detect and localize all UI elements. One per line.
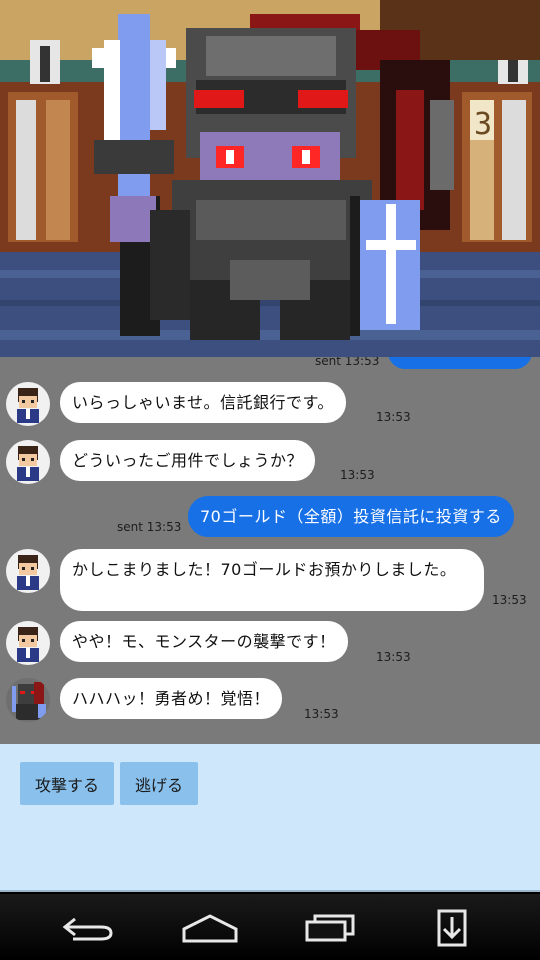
avatar-dark-knight xyxy=(6,678,50,722)
home-icon[interactable] xyxy=(180,908,240,948)
message-time: sent 13:53 xyxy=(315,357,380,368)
message-time: 13:53 xyxy=(304,707,339,721)
message-bubble: どういったご用件でしょうか？ xyxy=(60,440,316,481)
message-bubble: やや！モ、モンスターの襲撃です！ xyxy=(60,621,348,662)
chat-log[interactable]: sent 13:53 いらっしゃいませ。信託銀行です。 13:53 どういったご… xyxy=(0,357,540,744)
flee-button[interactable]: 逃げる xyxy=(120,762,198,805)
message-time: 13:53 xyxy=(376,650,411,664)
svg-text:3: 3 xyxy=(474,107,492,142)
action-panel: 攻撃する 逃げる xyxy=(0,744,540,892)
message-time: 13:53 xyxy=(492,593,527,607)
dark-knight-monster-image: 3 xyxy=(0,0,540,357)
battle-scene: 3 xyxy=(0,0,540,357)
avatar-bank-clerk xyxy=(6,440,50,484)
dark-knight-avatar-image xyxy=(12,682,46,720)
message-time: 13:53 xyxy=(340,468,375,482)
message-time: 13:53 xyxy=(376,410,411,424)
bank-clerk-avatar-image xyxy=(17,388,39,423)
avatar-bank-clerk xyxy=(6,621,50,665)
message-bubble: ハハハッ！勇者め！覚悟！ xyxy=(60,678,283,719)
avatar-bank-clerk xyxy=(6,549,50,593)
message-bubble: かしこまりました！70ゴールドお預かりしました。 xyxy=(60,549,484,611)
avatar-bank-clerk xyxy=(6,382,50,426)
back-icon[interactable] xyxy=(58,908,118,948)
bank-clerk-avatar-image xyxy=(17,627,39,662)
message-bubble: いらっしゃいませ。信託銀行です。 xyxy=(60,382,346,423)
attack-button[interactable]: 攻撃する xyxy=(20,762,114,805)
recents-icon[interactable] xyxy=(300,908,360,948)
message-time: sent 13:53 xyxy=(117,520,182,534)
system-navigation-bar xyxy=(0,894,540,960)
download-icon[interactable] xyxy=(422,908,482,948)
bank-clerk-avatar-image xyxy=(17,555,39,590)
bank-clerk-avatar-image xyxy=(17,446,39,481)
sent-message-partial xyxy=(388,357,532,369)
sent-message-bubble: 70ゴールド（全額）投資信託に投資する xyxy=(188,496,514,537)
